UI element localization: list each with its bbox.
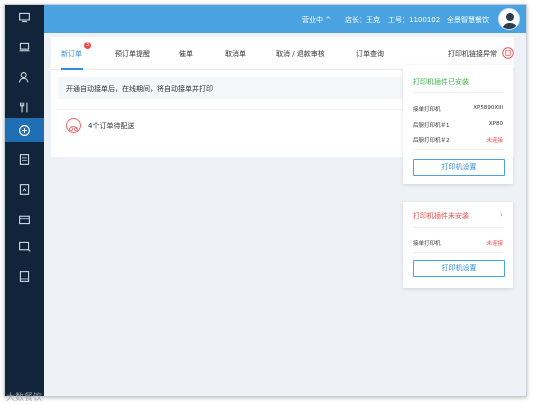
printer-installed-title: 打印机插件已安装 — [413, 78, 469, 86]
employee-id: 工号：1100102 — [388, 16, 441, 24]
printer-icon[interactable] — [502, 47, 514, 59]
printer-name: 后厨打印机＃1 — [413, 123, 450, 129]
main-content: 新订单 3 预订单提醒 催单 取消单 取消 / 退款审核 订单查询 打印机链接异… — [44, 33, 526, 396]
sidebar-item-monitor[interactable] — [5, 5, 44, 29]
printer-name: 接单打印机 — [413, 241, 441, 247]
monitor-icon — [19, 12, 30, 22]
card-icon — [19, 215, 30, 224]
printer-settings-button[interactable]: 打印机设置 — [413, 159, 505, 176]
printer-settings-button[interactable]: 打印机设置 — [413, 260, 505, 277]
tab-refund-review[interactable]: 取消 / 退款审核 — [276, 49, 325, 59]
new-orders-badge: 3 — [84, 42, 91, 49]
order-icon — [19, 124, 30, 136]
chevron-up-icon: ^ — [325, 16, 332, 24]
top-bar: 营业中 ^ 店长：王克 工号：1100102 全景智慧餐饮 — [44, 5, 526, 33]
divider — [413, 227, 503, 228]
sidebar-item-book[interactable] — [5, 264, 44, 288]
app-window: 营业中 ^ 店长：王克 工号：1100102 全景智慧餐饮 新订单 3 预订单提… — [4, 4, 527, 397]
divider — [413, 92, 503, 93]
watermark: 大数餐饮 — [6, 393, 43, 403]
tab-urge-order[interactable]: 催单 — [179, 49, 193, 59]
business-status: 营业中 — [302, 16, 323, 24]
printer-row: 后厨打印机＃1 XP80 — [413, 121, 503, 129]
sidebar-item-report[interactable] — [5, 177, 44, 201]
printer-name: 后厨打印机＃2 — [413, 138, 450, 144]
pending-orders-text: 4个订单待配送 — [88, 122, 135, 130]
printer-name: 接单打印机 — [413, 107, 441, 113]
user-avatar-icon — [502, 13, 518, 29]
printer-link-error[interactable]: 打印机链接异常 — [448, 49, 497, 59]
tab-reservation-reminder[interactable]: 预订单提醒 — [115, 49, 150, 59]
sidebar-item-desk[interactable] — [5, 35, 44, 59]
printer-row: 接单打印机 XP5890XIII — [413, 105, 503, 113]
fork-knife-icon — [19, 102, 28, 112]
sidebar-item-card[interactable] — [5, 207, 44, 231]
sidebar-item-orders[interactable] — [5, 118, 44, 142]
sidebar-item-menu[interactable] — [5, 95, 44, 119]
printer-value: XP5890XIII — [473, 105, 503, 111]
printer-row: 后厨打印机＃2 未连接 — [413, 136, 503, 144]
tab-new-orders[interactable]: 新订单 — [61, 49, 82, 59]
tab-order-search[interactable]: 订单查询 — [356, 49, 384, 59]
chevron-right-icon[interactable]: › — [500, 210, 503, 219]
list-icon — [19, 153, 30, 165]
sidebar — [5, 5, 44, 396]
printer-not-installed-title: 打印机插件未安装 — [413, 212, 469, 220]
notice-text: 开通自动接单后，在线期间，将自动接单并打印 — [66, 85, 213, 93]
printer-not-installed-card: 打印机插件未安装 › 接单打印机 未连接 打印机设置 — [403, 202, 513, 288]
report-icon — [19, 183, 30, 195]
coupon-icon — [19, 241, 31, 252]
book-icon — [19, 270, 30, 282]
avatar[interactable] — [498, 8, 520, 30]
store-name: 全景智慧餐饮 — [447, 16, 489, 24]
tab-cancelled[interactable]: 取消单 — [225, 49, 246, 59]
printer-status: 未连接 — [486, 241, 503, 247]
sidebar-item-user-settings[interactable] — [5, 65, 44, 89]
printer-status: 未连接 — [486, 138, 503, 144]
manager-name: 店长：王克 — [345, 16, 380, 24]
printer-row: 接单打印机 未连接 — [413, 239, 503, 247]
sidebar-item-coupon[interactable] — [5, 234, 44, 258]
divider — [413, 252, 503, 253]
pending-orders-row[interactable]: 4个订单待配送 — [58, 109, 451, 141]
divider — [413, 149, 503, 150]
sidebar-item-list[interactable] — [5, 147, 44, 171]
business-status-dropdown[interactable]: 营业中 ^ — [302, 15, 331, 25]
auto-accept-notice: 开通自动接单后，在线期间，将自动接单并打印 — [58, 77, 451, 99]
active-tab-indicator — [61, 68, 83, 70]
printer-installed-card: 打印机插件已安装 接单打印机 XP5890XIII 后厨打印机＃1 XP80 后… — [403, 65, 513, 184]
user-settings-icon — [19, 71, 29, 82]
delivery-icon — [66, 118, 81, 133]
desk-icon — [19, 42, 30, 51]
printer-value: XP80 — [488, 121, 503, 127]
